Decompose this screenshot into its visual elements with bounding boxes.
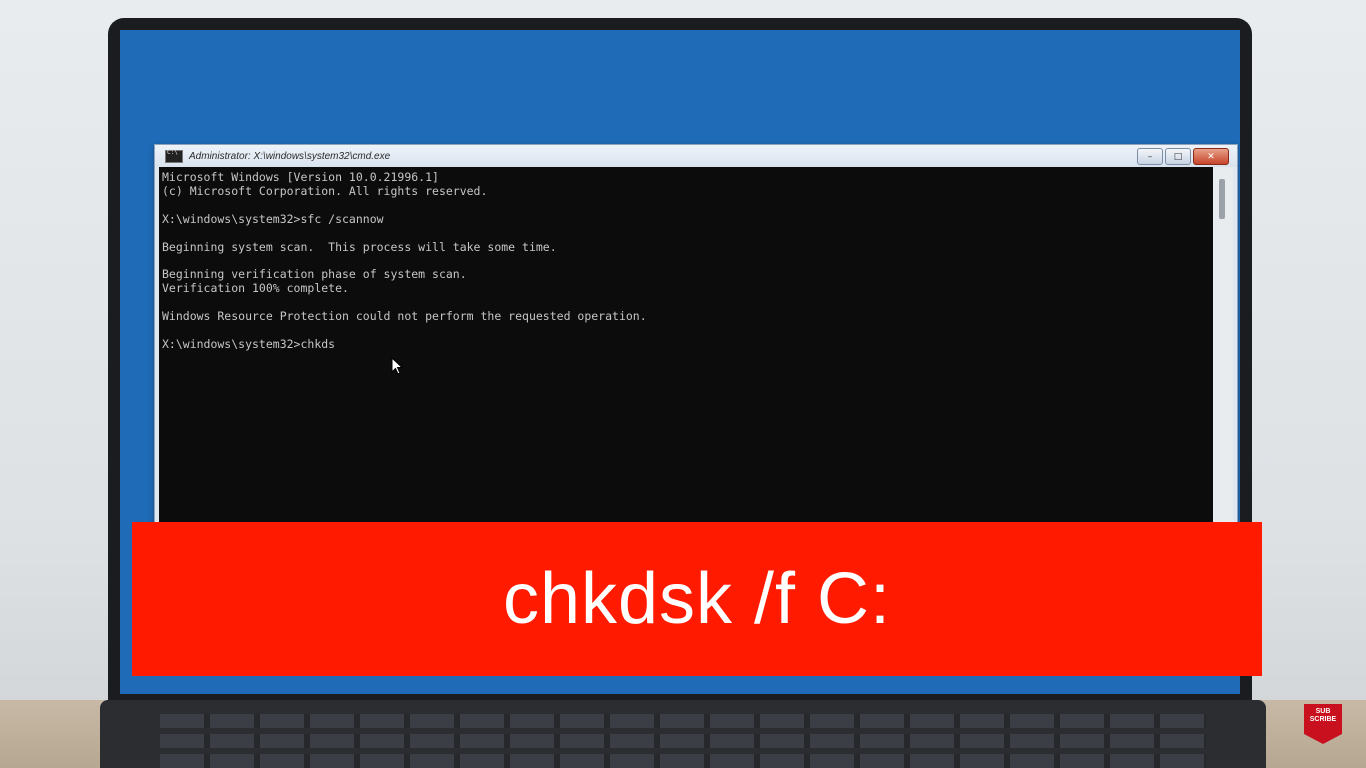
cmd-titlebar[interactable]: Administrator: X:\windows\system32\cmd.e…	[155, 145, 1237, 167]
caption-banner: chkdsk /f C:	[132, 522, 1262, 676]
cmd-window[interactable]: Administrator: X:\windows\system32\cmd.e…	[154, 144, 1238, 546]
caption-text: chkdsk /f C:	[502, 559, 892, 639]
scrollbar-thumb[interactable]	[1219, 179, 1225, 219]
cmd-app-icon	[165, 149, 183, 163]
subscribe-badge-line1: SUB	[1315, 708, 1331, 715]
window-controls: – □ ✕	[1137, 148, 1229, 165]
keyboard-row	[160, 734, 1206, 748]
subscribe-badge-line2: SCRIBE	[1309, 716, 1337, 723]
close-button[interactable]: ✕	[1193, 148, 1229, 165]
cmd-window-title: Administrator: X:\windows\system32\cmd.e…	[189, 150, 391, 162]
console-line: Beginning system scan. This process will…	[162, 239, 557, 254]
console-scrollbar[interactable]	[1213, 167, 1233, 545]
mouse-pointer-icon	[391, 357, 404, 375]
console-prompt-line: X:\windows\system32>chkds	[162, 336, 336, 351]
console-line: (c) Microsoft Corporation. All rights re…	[162, 183, 488, 198]
video-frame: Administrator: X:\windows\system32\cmd.e…	[0, 0, 1366, 768]
keyboard-row	[160, 754, 1206, 768]
console-line: Verification 100% complete.	[162, 281, 349, 296]
maximize-button[interactable]: □	[1165, 148, 1191, 165]
console-line: Windows Resource Protection could not pe…	[162, 309, 647, 323]
laptop-keyboard	[100, 700, 1266, 768]
console-text: Microsoft Windows [Version 10.0.21996.1]…	[162, 170, 647, 352]
console-output[interactable]: Microsoft Windows [Version 10.0.21996.1]…	[159, 167, 1213, 545]
minimize-button[interactable]: –	[1137, 148, 1163, 165]
console-line: Beginning verification phase of system s…	[162, 267, 467, 282]
console-line: Microsoft Windows [Version 10.0.21996.1]	[162, 170, 439, 184]
console-line: X:\windows\system32>sfc /scannow	[162, 211, 384, 226]
keyboard-row	[160, 714, 1206, 728]
